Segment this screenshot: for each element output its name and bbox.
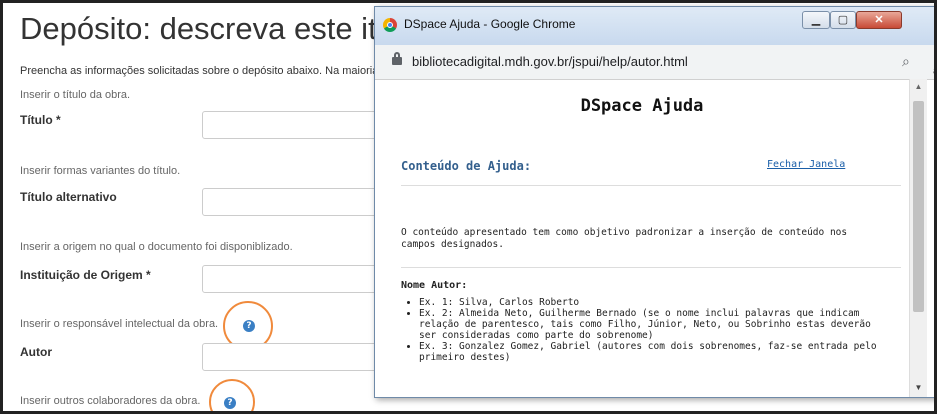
- minimize-button[interactable]: ▁: [802, 11, 830, 29]
- origin-input[interactable]: [202, 265, 382, 293]
- author-input[interactable]: [202, 343, 382, 371]
- address-bar[interactable]: bibliotecadigital.mdh.gov.br/jspui/help/…: [375, 45, 934, 80]
- list-item: Ex. 3: Gonzalez Gomez, Gabriel (autores …: [419, 341, 891, 363]
- lock-icon: [392, 52, 402, 65]
- maximize-button[interactable]: ▢: [830, 11, 856, 29]
- alt-title-label: Título alternativo: [20, 190, 117, 204]
- window-titlebar[interactable]: DSpace Ajuda - Google Chrome ▁ ▢ ✕: [375, 7, 934, 46]
- page-title: Depósito: descreva este item: [20, 11, 420, 46]
- help-title: DSpace Ajuda: [580, 96, 704, 116]
- list-item: Ex. 1: Silva, Carlos Roberto: [419, 297, 891, 308]
- title-input[interactable]: [202, 111, 382, 139]
- title-label: Título *: [20, 113, 61, 127]
- author-hint: Inserir o responsável intelectual da obr…: [20, 318, 219, 330]
- vertical-scrollbar[interactable]: ▲ ▼: [909, 79, 927, 397]
- intro-tail: ac: [933, 65, 934, 77]
- author-label: Autor: [20, 345, 52, 359]
- origin-label: Instituição de Origem *: [20, 268, 151, 282]
- list-item: Ex. 2: Almeida Neto, Guilherme Bernado (…: [419, 308, 891, 341]
- screenshot-frame: Depósito: descreva este item Preencha as…: [0, 0, 937, 414]
- scroll-up-arrow-icon[interactable]: ▲: [910, 79, 927, 94]
- close-window-button[interactable]: ✕: [856, 11, 902, 29]
- zoom-icon[interactable]: ⌕: [902, 53, 910, 70]
- help-description: O conteúdo apresentado tem como objetivo…: [401, 227, 848, 250]
- content-heading: Conteúdo de Ajuda:: [401, 159, 532, 173]
- window-title: DSpace Ajuda - Google Chrome: [404, 17, 576, 31]
- url-text[interactable]: bibliotecadigital.mdh.gov.br/jspui/help/…: [412, 54, 688, 69]
- help-content: DSpace Ajuda Conteúdo de Ajuda: Fechar J…: [375, 79, 909, 397]
- examples-list: Ex. 1: Silva, Carlos Roberto Ex. 2: Alme…: [401, 297, 891, 363]
- contributors-hint: Inserir outros colaboradores da obra.: [20, 395, 201, 407]
- contributors-help-highlight: [209, 379, 255, 411]
- alt-title-input[interactable]: [202, 188, 382, 216]
- help-popup-window[interactable]: DSpace Ajuda - Google Chrome ▁ ▢ ✕ bibli…: [374, 6, 934, 398]
- divider: [401, 185, 901, 186]
- section-title: Nome Autor:: [401, 280, 468, 291]
- alt-title-hint: Inserir formas variantes do título.: [20, 165, 181, 177]
- title-hint: Inserir o título da obra.: [20, 89, 131, 101]
- close-window-link[interactable]: Fechar Janela: [767, 159, 845, 170]
- chrome-icon: [383, 18, 397, 32]
- scroll-down-arrow-icon[interactable]: ▼: [910, 380, 927, 395]
- divider: [401, 267, 901, 268]
- scroll-thumb[interactable]: [913, 101, 924, 312]
- origin-hint: Inserir a origem no qual o documento foi…: [20, 241, 293, 253]
